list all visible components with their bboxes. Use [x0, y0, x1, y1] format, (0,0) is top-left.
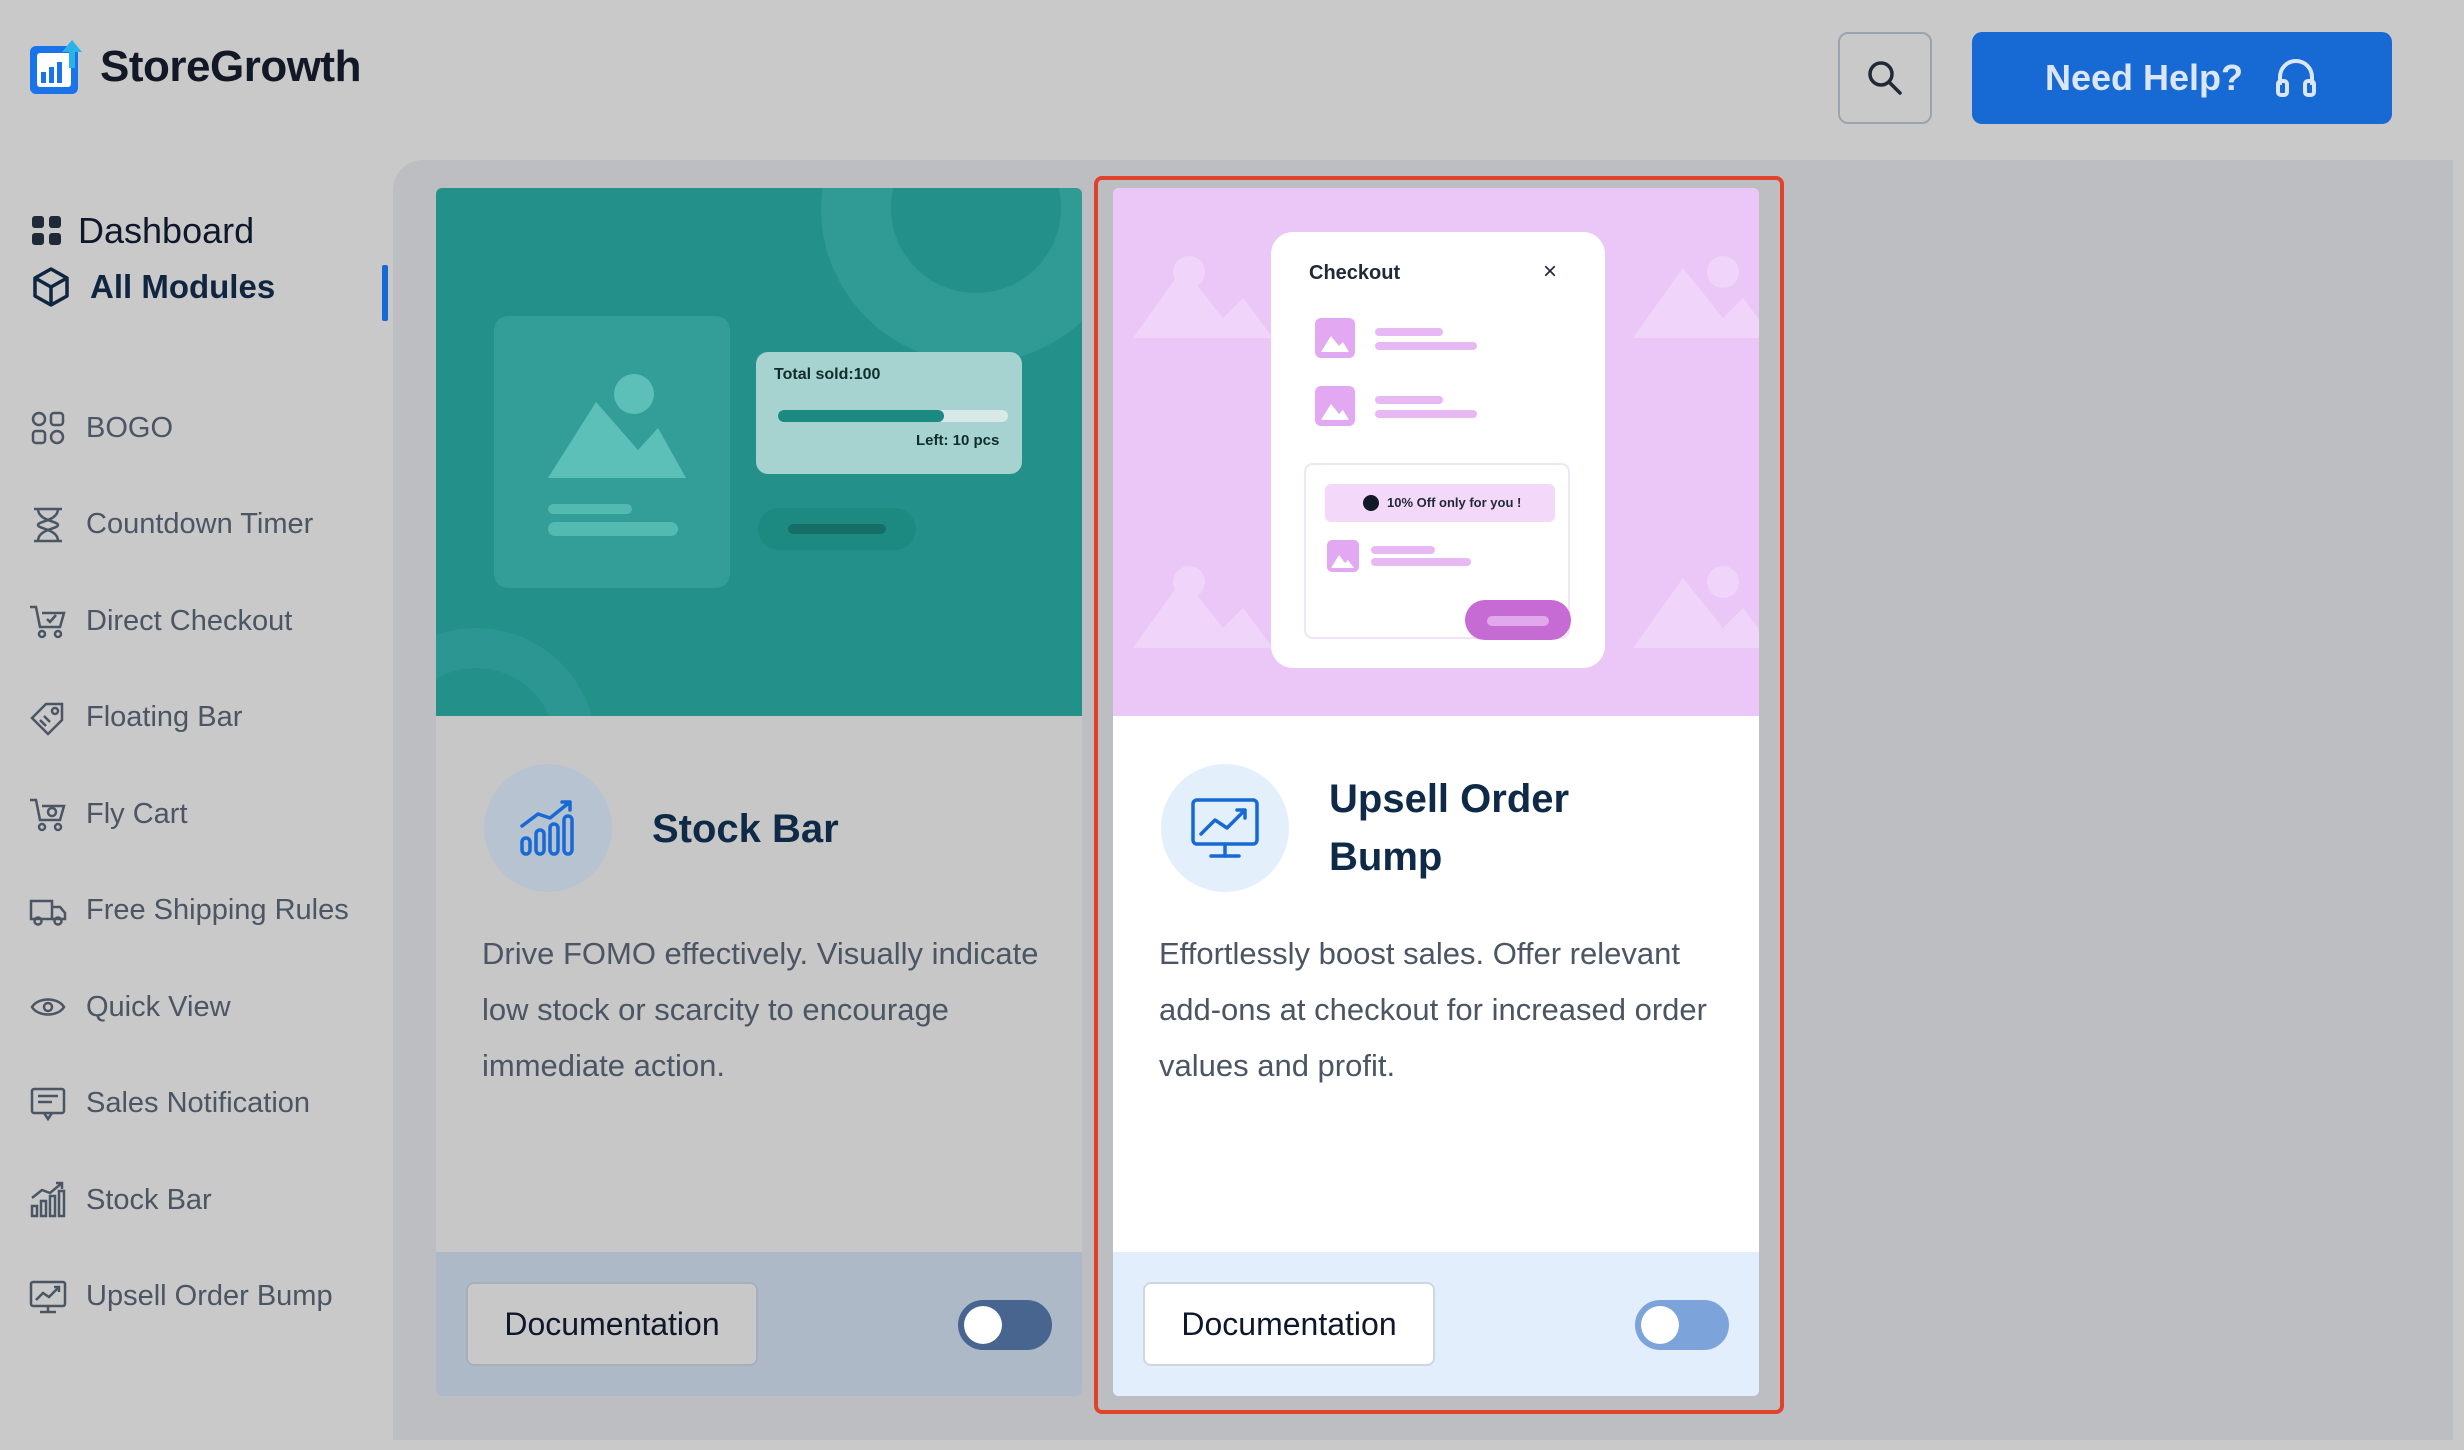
monitor-chart-icon [29, 1280, 67, 1313]
sidebar-item-sales-notification[interactable]: Sales Notification [28, 1056, 378, 1153]
need-help-button[interactable]: Need Help? [1972, 32, 2392, 124]
stock-bar-illustration [436, 188, 1082, 716]
eye-icon [30, 998, 66, 1016]
cube-icon [33, 267, 69, 307]
sidebar-item-label: Stock Bar [86, 1183, 212, 1216]
sidebar-item-quick-view[interactable]: Quick View [28, 959, 378, 1056]
headset-icon [2276, 59, 2317, 97]
tag-icon [30, 702, 64, 736]
sidebar-item-fly-cart[interactable]: Fly Cart [28, 766, 378, 863]
hourglass-icon [34, 507, 62, 542]
module-card-stock-bar: Total sold:100 Left: 10 pcs Stock Bar Dr… [436, 188, 1082, 1396]
sidebar-item-stock-bar[interactable]: Stock Bar [28, 1152, 378, 1249]
monitor-chart-icon [1191, 798, 1259, 858]
sidebar-item-label: Direct Checkout [86, 604, 293, 637]
checkout-title: Checkout [1309, 262, 1401, 284]
stock-total-sold: Total sold:100 [774, 366, 881, 383]
search-button[interactable] [1838, 32, 1932, 124]
sidebar-item-free-shipping-rules[interactable]: Free Shipping Rules [28, 863, 378, 960]
module-card-upsell-order-bump: Checkout × 10% Off only for you ! Upsell… [1113, 188, 1759, 1396]
upsell-icon-circle [1161, 764, 1289, 892]
sidebar-item-label: Sales Notification [86, 1087, 311, 1120]
logo-icon [30, 40, 82, 94]
module-toggle[interactable] [958, 1300, 1052, 1350]
upsell-illustration [1133, 232, 1759, 668]
truck-icon [29, 899, 67, 926]
sidebar-item-label: Countdown Timer [86, 508, 314, 541]
need-help-label: Need Help? [2044, 57, 2244, 98]
search-icon [1868, 61, 1902, 95]
card-footer: Documentation [1113, 1252, 1759, 1396]
card-description: Drive FOMO effectively. Visually indicat… [482, 936, 1039, 1083]
module-toggle[interactable] [1635, 1300, 1729, 1350]
sidebar-top-nav: Dashboard All Modules [30, 210, 275, 308]
module-menu: BOGO Countdown Timer Direct Checkout Flo… [28, 380, 378, 1345]
bogo-icon [31, 412, 65, 445]
stock-left-count: Left: 10 pcs [916, 432, 1000, 449]
card-footer: Documentation [436, 1252, 1082, 1396]
sidebar-item-all-modules[interactable]: All Modules [30, 266, 275, 308]
storegrowth-logo[interactable]: StoreGrowth [28, 38, 361, 96]
bar-chart-icon [30, 1182, 66, 1218]
documentation-button[interactable]: Documentation [1143, 1282, 1435, 1366]
sidebar-item-bogo[interactable]: BOGO [28, 380, 378, 477]
sidebar-item-floating-bar[interactable]: Floating Bar [28, 670, 378, 767]
app-name: StoreGrowth [100, 42, 361, 91]
active-indicator [382, 265, 388, 321]
stock-bar-icon-circle [484, 764, 612, 892]
toggle-knob [1641, 1306, 1679, 1344]
cart-icon [30, 799, 66, 832]
upsell-preview: Checkout × 10% Off only for you ! [1113, 188, 1759, 716]
card-title: Stock Bar [652, 807, 839, 851]
sidebar-item-label: Fly Cart [86, 797, 188, 830]
sidebar-item-direct-checkout[interactable]: Direct Checkout [28, 573, 378, 670]
upsell-offer-text: 10% Off only for you ! [1387, 495, 1522, 510]
grid-icon [32, 216, 61, 245]
documentation-button[interactable]: Documentation [466, 1282, 758, 1366]
sidebar-item-countdown-timer[interactable]: Countdown Timer [28, 477, 378, 574]
sidebar-item-upsell-order-bump[interactable]: Upsell Order Bump [28, 1249, 378, 1346]
stock-bar-preview: Total sold:100 Left: 10 pcs [436, 188, 1082, 716]
sidebar-item-label: Quick View [86, 990, 231, 1023]
sidebar: Dashboard All Modules BOGO Countdown Tim… [0, 150, 390, 1440]
sidebar-item-label: Floating Bar [86, 701, 243, 734]
toggle-knob [964, 1306, 1002, 1344]
card-title: Upsell Order Bump [1329, 777, 1570, 879]
notification-icon [30, 1087, 66, 1122]
card-description: Effortlessly boost sales. Offer relevant… [1159, 936, 1707, 1083]
sidebar-item-label: BOGO [86, 411, 174, 444]
top-header: StoreGrowth Need Help? [0, 0, 2464, 150]
dashboard-label: Dashboard [78, 210, 255, 251]
sidebar-item-label: Free Shipping Rules [86, 894, 349, 927]
stock-progress-fill [778, 410, 944, 422]
cart-check-icon [30, 606, 66, 639]
sidebar-item-dashboard[interactable]: Dashboard [30, 210, 275, 252]
sidebar-item-label: Upsell Order Bump [86, 1280, 333, 1313]
all-modules-label: All Modules [90, 268, 276, 305]
bar-chart-icon [520, 800, 574, 856]
checkout-close-icon: × [1543, 258, 1558, 285]
